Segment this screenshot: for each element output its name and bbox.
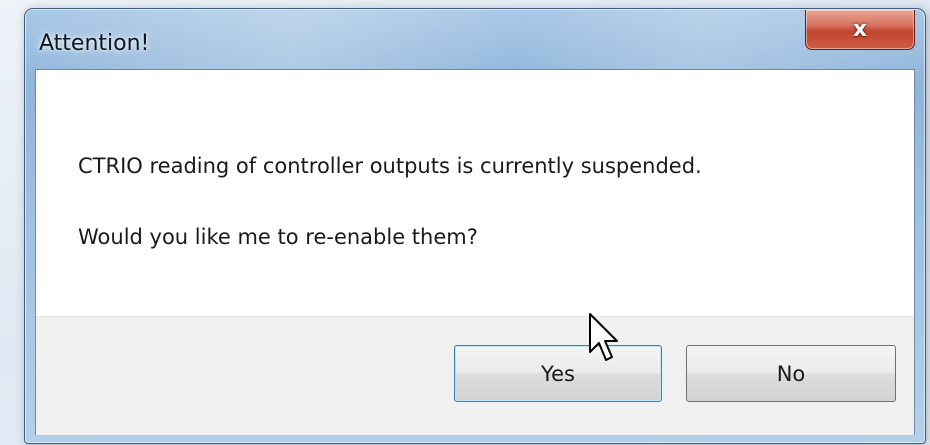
close-icon: x: [852, 16, 868, 42]
button-bar: Yes No: [36, 316, 914, 435]
dialog-title: Attention!: [39, 31, 150, 56]
no-button[interactable]: No: [686, 345, 896, 402]
dialog-window: Attention! x CTRIO reading of controller…: [24, 8, 926, 444]
dialog-client-area: CTRIO reading of controller outputs is c…: [35, 69, 915, 435]
close-button[interactable]: x: [805, 10, 915, 50]
message-area: CTRIO reading of controller outputs is c…: [36, 70, 914, 316]
message-line-1: CTRIO reading of controller outputs is c…: [78, 154, 702, 178]
mouse-pointer-icon: [589, 313, 618, 361]
yes-button[interactable]: Yes: [454, 345, 662, 402]
message-line-2: Would you like me to re-enable them?: [78, 225, 478, 249]
titlebar-glass: [26, 10, 924, 70]
